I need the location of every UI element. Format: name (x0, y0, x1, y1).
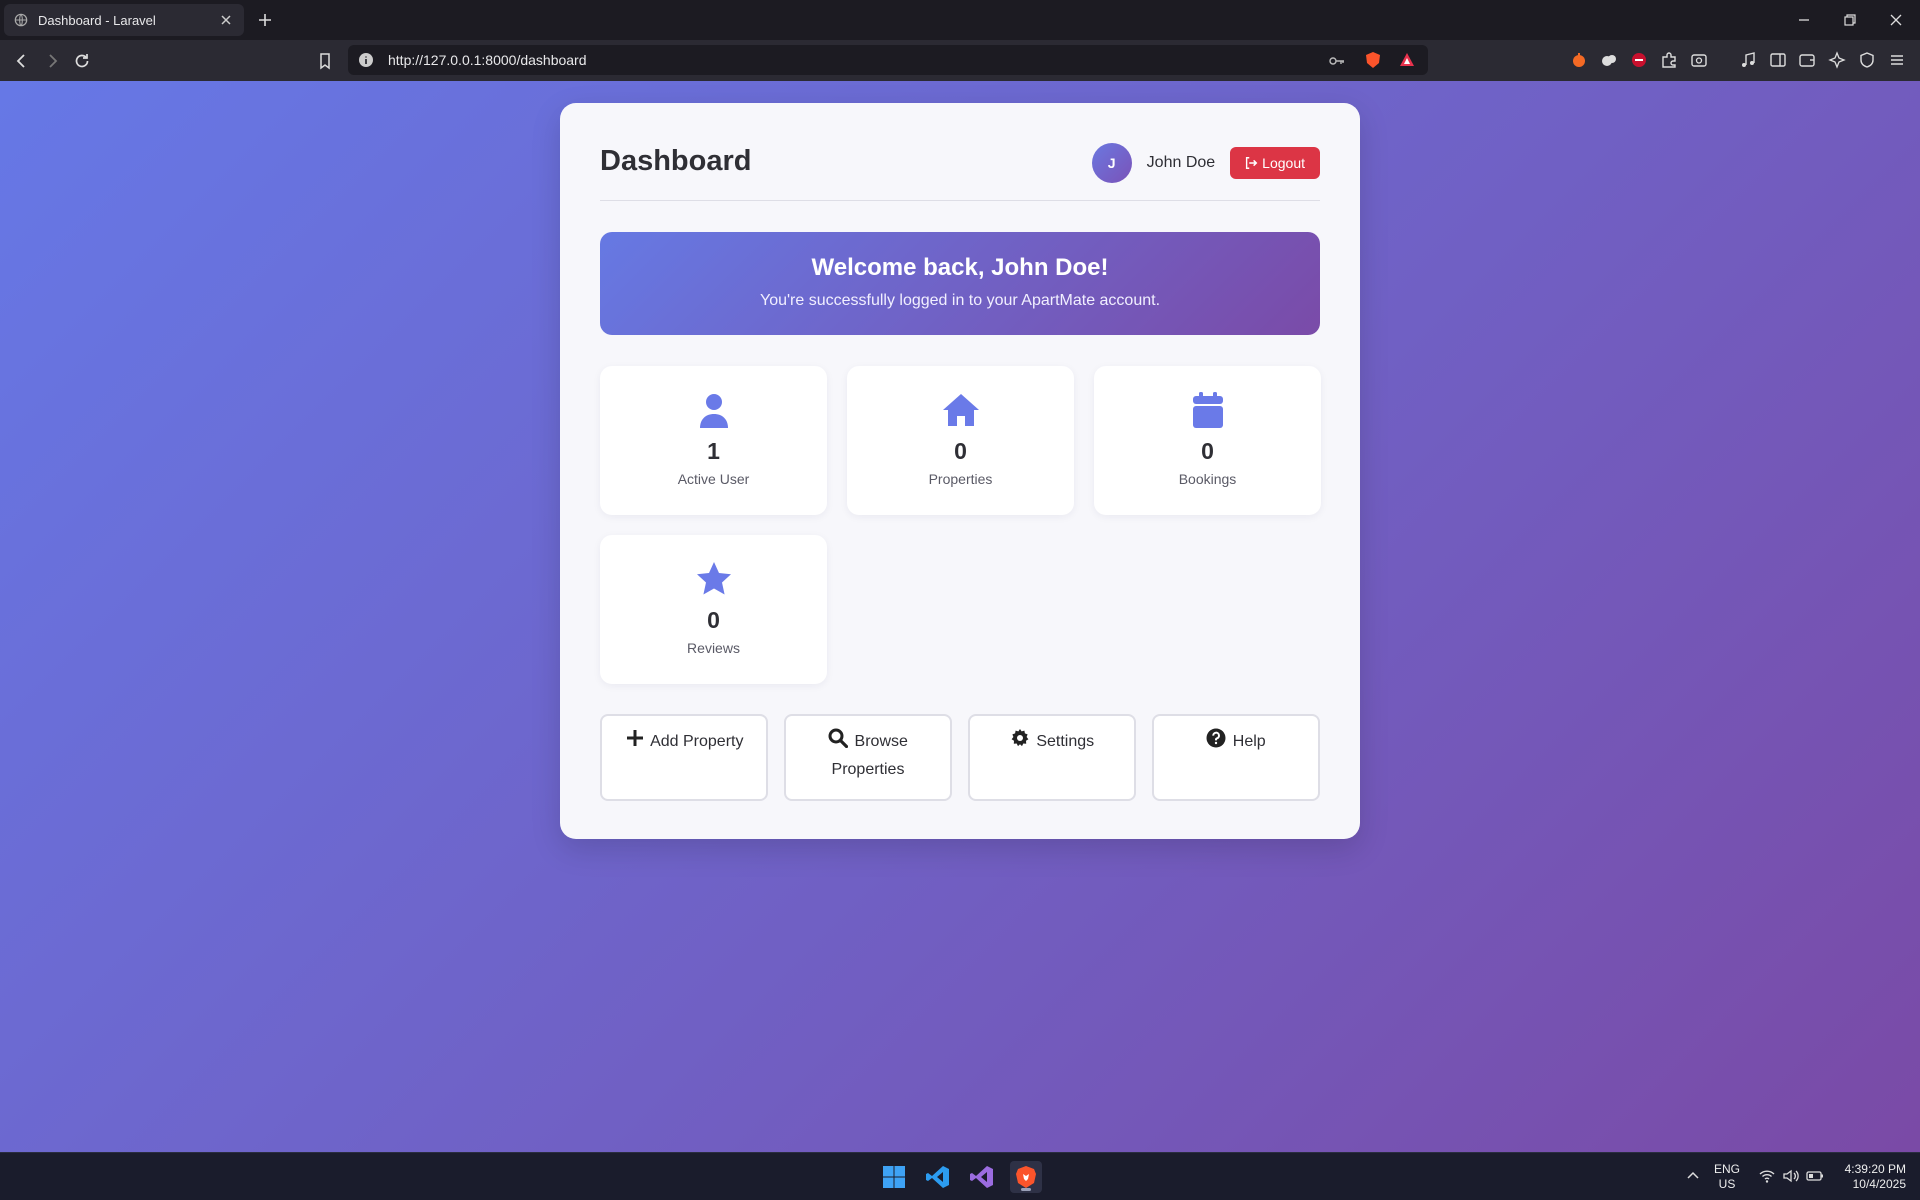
address-bar[interactable]: http://127.0.0.1:8000/dashboard (348, 45, 1428, 75)
stat-label: Reviews (687, 640, 740, 656)
globe-icon (14, 13, 28, 27)
extension-orange-icon[interactable] (1570, 51, 1588, 69)
active-indicator (1021, 1188, 1031, 1191)
vscode-taskbar-button[interactable] (922, 1161, 954, 1193)
vscode-icon (926, 1166, 949, 1188)
info-icon[interactable] (358, 52, 374, 68)
quick-actions: Add Property Browse Properties Settings … (600, 714, 1320, 801)
action-label: Settings (1036, 733, 1095, 750)
page-title: Dashboard (600, 145, 752, 177)
stat-value: 0 (954, 438, 967, 464)
brave-icon (1016, 1166, 1036, 1188)
screenshot-icon[interactable] (1690, 51, 1708, 69)
extension-block-icon[interactable] (1630, 51, 1648, 69)
logout-button[interactable]: Logout (1230, 147, 1320, 179)
brave-shields-icon[interactable] (1364, 51, 1382, 69)
stat-label: Active User (677, 471, 750, 487)
settings-button[interactable]: Settings (968, 714, 1136, 801)
extension-cloud-icon[interactable] (1600, 51, 1618, 69)
browser-tab[interactable]: Dashboard - Laravel (4, 4, 244, 36)
plus-icon (626, 730, 643, 746)
stat-card-active-users: 1 Active User (600, 366, 827, 515)
action-label: Help (1232, 733, 1266, 750)
action-label: Add Property (650, 733, 744, 750)
url-text[interactable]: http://127.0.0.1:8000/dashboard (388, 52, 587, 68)
taskbar: ENG US 4:39:20 PM 10/4/2025 (0, 1152, 1920, 1200)
back-icon[interactable] (12, 51, 32, 71)
stat-label: Bookings (1178, 471, 1237, 487)
key-icon[interactable] (1328, 52, 1346, 70)
system-clock[interactable]: 4:39:20 PM 10/4/2025 (1836, 1162, 1906, 1192)
close-icon[interactable] (218, 12, 234, 28)
menu-icon[interactable] (1888, 51, 1906, 69)
welcome-subtitle: You're successfully logged in to your Ap… (759, 292, 1161, 309)
wifi-icon[interactable] (1758, 1167, 1776, 1185)
tab-title: Dashboard - Laravel (38, 12, 156, 28)
vpn-icon[interactable] (1858, 51, 1876, 69)
puzzle-icon[interactable] (1660, 51, 1678, 69)
stat-value: 1 (707, 438, 720, 464)
reload-icon[interactable] (72, 51, 92, 71)
new-tab-icon[interactable] (255, 10, 275, 30)
stat-card-properties: 0 Properties (847, 366, 1074, 515)
chevron-up-icon[interactable] (1684, 1167, 1702, 1185)
help-icon (1206, 728, 1226, 748)
logout-icon (1246, 157, 1258, 169)
clock-date: 10/4/2025 (1852, 1177, 1906, 1191)
home-icon (942, 394, 979, 426)
leo-ai-icon[interactable] (1828, 51, 1846, 69)
help-button[interactable]: Help (1152, 714, 1320, 801)
forward-icon[interactable] (42, 51, 62, 71)
sidebar-icon[interactable] (1769, 51, 1787, 69)
star-icon (696, 562, 731, 595)
stat-value: 0 (1201, 438, 1214, 464)
welcome-title: Welcome back, John Doe! (811, 254, 1109, 281)
clock-time: 4:39:20 PM (1844, 1162, 1906, 1176)
bookmark-icon[interactable] (315, 51, 335, 71)
restore-icon[interactable] (1840, 10, 1860, 30)
dashboard-header: Dashboard J John Doe Logout (600, 143, 1320, 201)
brave-taskbar-button[interactable] (1010, 1161, 1042, 1193)
wallet-icon[interactable] (1798, 51, 1816, 69)
stat-label: Properties (928, 471, 993, 487)
stat-value: 0 (707, 607, 720, 633)
browser-tab-bar: Dashboard - Laravel (0, 0, 1920, 40)
stats-grid: 1 Active User 0 Properties 0 Bookings 0 … (600, 366, 1321, 684)
dashboard-card: Dashboard J John Doe Logout Welcome back… (560, 103, 1360, 839)
logout-label: Logout (1262, 155, 1305, 171)
language-code: ENG (1714, 1162, 1741, 1176)
search-icon (828, 728, 849, 749)
calendar-icon (1192, 392, 1223, 428)
brave-rewards-icon[interactable] (1398, 51, 1416, 69)
volume-icon[interactable] (1782, 1167, 1800, 1185)
user-name: John Doe (1146, 154, 1216, 171)
music-icon[interactable] (1739, 51, 1757, 69)
browse-properties-button[interactable]: Browse Properties (784, 714, 952, 801)
user-icon (699, 394, 728, 428)
minimize-icon[interactable] (1794, 10, 1814, 30)
stat-card-bookings: 0 Bookings (1094, 366, 1321, 515)
welcome-banner: Welcome back, John Doe! You're successfu… (600, 232, 1320, 335)
browser-toolbar: http://127.0.0.1:8000/dashboard (0, 40, 1920, 81)
language-indicator[interactable]: ENG US (1714, 1162, 1740, 1192)
visual-studio-taskbar-button[interactable] (966, 1161, 998, 1193)
page-viewport: Dashboard J John Doe Logout Welcome back… (0, 81, 1920, 1152)
add-property-button[interactable]: Add Property (600, 714, 768, 801)
stat-card-reviews: 0 Reviews (600, 535, 827, 684)
start-button[interactable] (878, 1161, 910, 1193)
gear-icon (1011, 729, 1029, 747)
battery-icon[interactable] (1806, 1167, 1824, 1185)
visual-studio-icon (970, 1166, 993, 1188)
user-menu: J John Doe Logout (1091, 143, 1320, 183)
window-close-icon[interactable] (1886, 10, 1906, 30)
avatar: J (1091, 143, 1132, 183)
language-region: US (1718, 1177, 1736, 1191)
windows-icon (883, 1166, 905, 1188)
